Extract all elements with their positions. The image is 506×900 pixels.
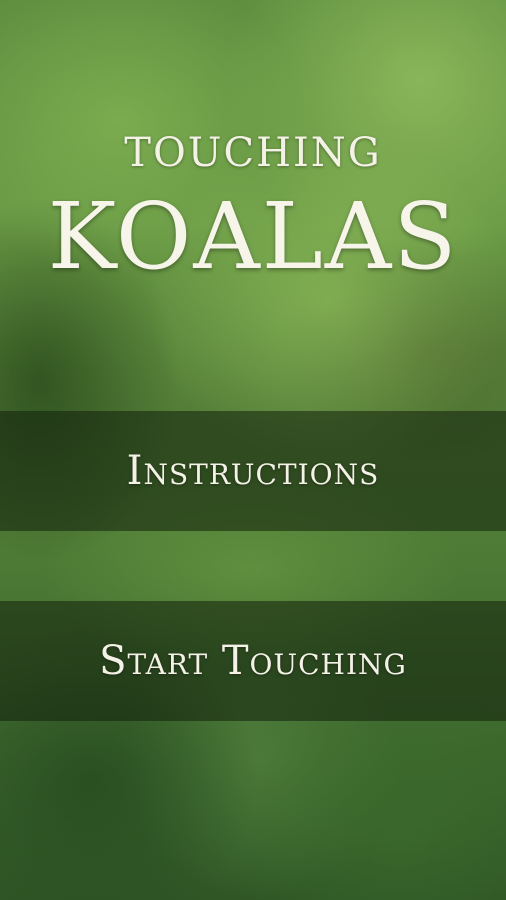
start-touching-label: Start Touching xyxy=(99,638,407,684)
game-title: KOALAS xyxy=(47,183,459,290)
instructions-button[interactable]: Instructions xyxy=(0,411,506,531)
start-touching-button[interactable]: Start Touching xyxy=(0,601,506,721)
instructions-label: Instructions xyxy=(126,448,380,494)
title-subtitle: TOUCHING xyxy=(124,130,382,176)
